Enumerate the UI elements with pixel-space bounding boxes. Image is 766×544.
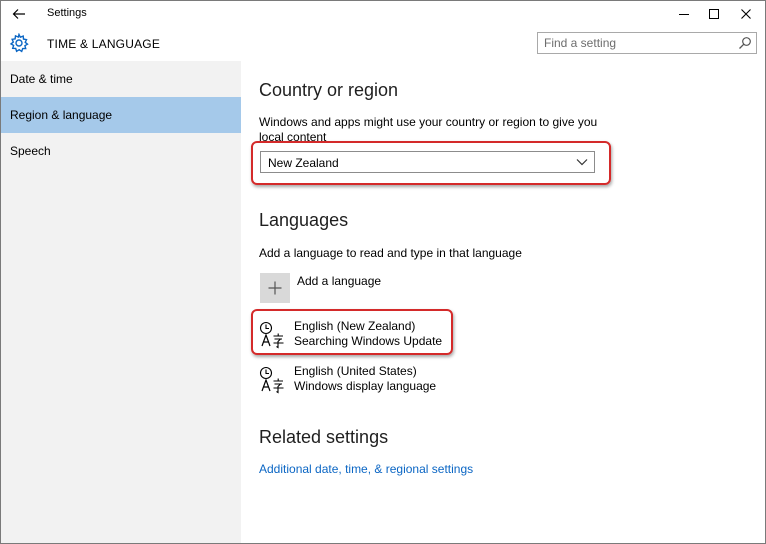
add-language-button[interactable] [260,273,290,303]
language-icon [259,366,284,394]
add-language-label[interactable]: Add a language [297,274,381,288]
search-box[interactable] [537,32,757,54]
language-status: Windows display language [294,379,437,393]
window-title: Settings [47,7,87,19]
page-title: TIME & LANGUAGE [47,37,161,51]
country-region-description: Windows and apps might use your country … [259,115,598,129]
minimize-icon [679,14,689,15]
plus-icon [268,281,282,295]
sidebar-item-date-time[interactable]: Date & time [1,61,241,97]
minimize-button[interactable] [669,1,699,27]
sidebar: Date & time Region & language Speech [1,61,241,543]
language-status: Searching Windows Update [294,334,443,348]
chevron-down-icon [576,159,588,166]
search-icon[interactable] [738,36,752,50]
maximize-button[interactable] [699,1,729,27]
related-settings-heading: Related settings [259,427,389,447]
sidebar-item-speech[interactable]: Speech [1,133,241,169]
additional-regional-settings-link[interactable]: Additional date, time, & regional settin… [259,462,473,476]
sidebar-item-region-language[interactable]: Region & language [1,97,241,133]
country-dropdown-value: New Zealand [268,156,339,170]
search-input[interactable] [544,35,724,51]
title-bar: Settings [1,1,765,27]
back-arrow-icon [12,9,25,19]
country-dropdown[interactable]: New Zealand [260,151,595,173]
language-name: English (United States) [294,364,417,378]
languages-description: Add a language to read and type in that … [259,246,522,260]
country-region-description-line2: local content [259,130,327,144]
language-icon [259,321,284,349]
language-item-english-nz[interactable]: English (New Zealand) Searching Windows … [259,319,459,353]
country-region-heading: Country or region [259,80,399,100]
close-button[interactable] [731,1,761,27]
languages-heading: Languages [259,210,349,230]
language-name: English (New Zealand) [294,319,416,333]
maximize-icon [709,9,719,19]
main-content: Country or region Windows and apps might… [241,61,765,543]
close-icon [741,9,751,19]
back-button[interactable] [7,3,31,25]
language-item-english-us[interactable]: English (United States) Windows display … [259,364,459,398]
gear-icon [9,33,29,53]
settings-window: Settings TIME & LANGUAGE Date & time Reg… [0,0,766,544]
